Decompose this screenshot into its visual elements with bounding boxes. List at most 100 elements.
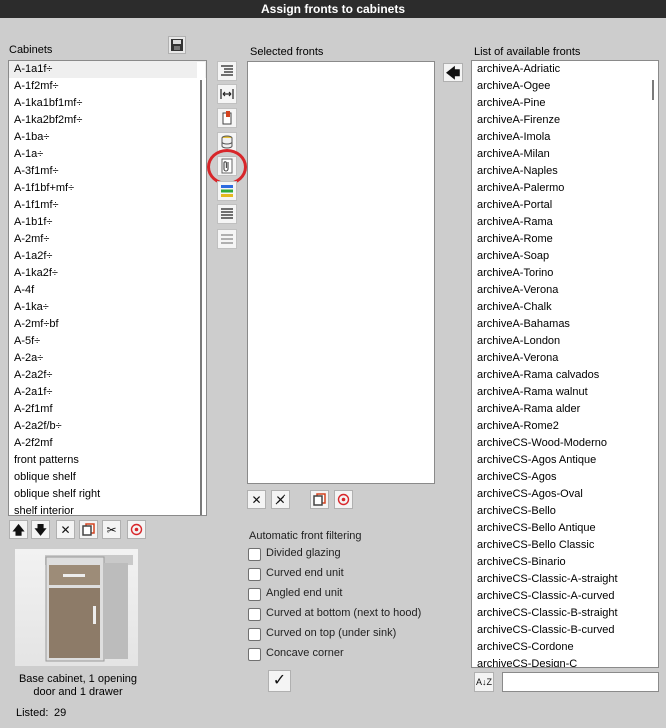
- filter-option-label[interactable]: Curved on top (under sink): [266, 627, 396, 639]
- filter-checkbox[interactable]: [248, 648, 261, 661]
- cabinet-list-item[interactable]: A-4f: [9, 282, 206, 299]
- cabinet-list-item[interactable]: A-1a2f÷: [9, 248, 206, 265]
- cut-cabinet-button[interactable]: ✂: [102, 520, 121, 539]
- available-fronts-scrollbar[interactable]: [649, 62, 657, 666]
- front-list-item[interactable]: archiveA-Portal: [472, 197, 658, 214]
- cabinet-list-item[interactable]: A-1ba÷: [9, 129, 206, 146]
- front-list-item[interactable]: archiveA-Pine: [472, 95, 658, 112]
- front-list-item[interactable]: archiveA-Rama: [472, 214, 658, 231]
- filter-option-label[interactable]: Angled end unit: [266, 587, 342, 599]
- save-button[interactable]: [168, 36, 186, 54]
- move-up-button[interactable]: 🡅: [9, 520, 28, 539]
- cabinet-list-item[interactable]: A-1ka2bf2mf÷: [9, 112, 206, 129]
- cabinet-list-item[interactable]: A-1ka1bf1mf÷: [9, 95, 206, 112]
- cabinet-list-item[interactable]: A-2a2f÷: [9, 367, 206, 384]
- front-search-input[interactable]: [502, 672, 659, 692]
- filter-option-label[interactable]: Curved end unit: [266, 567, 344, 579]
- front-list-item[interactable]: archiveCS-Classic-A-curved: [472, 588, 658, 605]
- cabinet-list-item[interactable]: A-1a1f÷: [9, 61, 206, 78]
- filter-option-label[interactable]: Curved at bottom (next to hood): [266, 607, 421, 619]
- list-gray-button[interactable]: [217, 229, 237, 249]
- front-list-item[interactable]: archiveA-Rama calvados: [472, 367, 658, 384]
- front-list-item[interactable]: archiveA-Ogee: [472, 78, 658, 95]
- front-list-item[interactable]: archiveA-Adriatic: [472, 61, 658, 78]
- fit-width-button[interactable]: [217, 84, 237, 104]
- cabinets-list[interactable]: A-1a1f÷ A-1f2mf÷ A-1ka1bf1mf÷ A-1ka2bf2mf÷ A…: [8, 60, 207, 516]
- cabinet-list-item[interactable]: A-3f1mf÷: [9, 163, 206, 180]
- add-front-button[interactable]: 🡄: [443, 63, 463, 82]
- cabinet-list-item[interactable]: A-2mf÷bf: [9, 316, 206, 333]
- apply-filter-button[interactable]: ✓: [268, 670, 291, 692]
- front-list-item[interactable]: archiveA-Palermo: [472, 180, 658, 197]
- front-list-item[interactable]: archiveCS-Bello: [472, 503, 658, 520]
- cabinet-list-item[interactable]: front patterns: [9, 452, 206, 469]
- cabinet-list-item[interactable]: A-1f1mf÷: [9, 197, 206, 214]
- front-list-item[interactable]: archiveCS-Bello Antique: [472, 520, 658, 537]
- cabinet-list-item[interactable]: A-2mf÷: [9, 231, 206, 248]
- front-list-item[interactable]: archiveCS-Agos-Oval: [472, 486, 658, 503]
- cabinet-list-item[interactable]: A-1ka2f÷: [9, 265, 206, 282]
- filter-checkbox[interactable]: [248, 588, 261, 601]
- front-list-item[interactable]: archiveA-Rome2: [472, 418, 658, 435]
- front-list-item[interactable]: archiveA-Bahamas: [472, 316, 658, 333]
- cabinet-list-item[interactable]: A-1f1bf+mf÷: [9, 180, 206, 197]
- cabinet-list-item[interactable]: A-2f2mf: [9, 435, 206, 452]
- front-list-item[interactable]: archiveA-Milan: [472, 146, 658, 163]
- front-list-item[interactable]: archiveCS-Classic-A-straight: [472, 571, 658, 588]
- front-list-item[interactable]: archiveA-Imola: [472, 129, 658, 146]
- sort-button[interactable]: A↓Z: [474, 672, 494, 692]
- available-fronts-list[interactable]: archiveA-Adriatic archiveA-Ogee archiveA-P…: [471, 60, 659, 668]
- cabinet-list-item[interactable]: A-1f2mf÷: [9, 78, 206, 95]
- front-list-item[interactable]: archiveA-Soap: [472, 248, 658, 265]
- front-list-item[interactable]: archiveA-Rama alder: [472, 401, 658, 418]
- color-bands-button[interactable]: [217, 181, 237, 201]
- delete-cabinet-button[interactable]: ✕: [56, 520, 75, 539]
- remove-front-button[interactable]: ✕: [247, 490, 266, 509]
- cabinet-list-item[interactable]: A-2a2f/b÷: [9, 418, 206, 435]
- filter-option-label[interactable]: Divided glazing: [266, 547, 341, 559]
- target-front-button[interactable]: [334, 490, 353, 509]
- cabinet-list-item[interactable]: A-5f÷: [9, 333, 206, 350]
- front-list-item[interactable]: archiveA-Naples: [472, 163, 658, 180]
- cabinets-scrollbar[interactable]: [197, 62, 205, 515]
- front-list-item[interactable]: archiveA-Rome: [472, 231, 658, 248]
- front-list-item[interactable]: archiveCS-Cordone: [472, 639, 658, 656]
- insert-front-button[interactable]: [217, 108, 237, 128]
- cabinet-list-item[interactable]: shelf interior: [9, 503, 206, 515]
- cabinet-list-item[interactable]: oblique shelf right: [9, 486, 206, 503]
- front-list-item[interactable]: archiveA-Chalk: [472, 299, 658, 316]
- list-lines-button[interactable]: [217, 204, 237, 224]
- cabinet-list-item[interactable]: A-1b1f÷: [9, 214, 206, 231]
- move-down-button[interactable]: 🡇: [31, 520, 50, 539]
- front-list-item[interactable]: archiveA-London: [472, 333, 658, 350]
- front-list-item[interactable]: archiveCS-Bello Classic: [472, 537, 658, 554]
- front-list-item[interactable]: archiveCS-Classic-B-curved: [472, 622, 658, 639]
- filter-checkbox[interactable]: [248, 628, 261, 641]
- filter-checkbox[interactable]: [248, 548, 261, 561]
- copy-front-button[interactable]: [310, 490, 329, 509]
- front-list-item[interactable]: archiveCS-Wood-Moderno: [472, 435, 658, 452]
- copy-cabinet-button[interactable]: [79, 520, 98, 539]
- front-list-item[interactable]: archiveA-Torino: [472, 265, 658, 282]
- front-list-item[interactable]: archiveCS-Agos: [472, 469, 658, 486]
- target-button[interactable]: [127, 520, 146, 539]
- cabinet-list-item[interactable]: A-2a÷: [9, 350, 206, 367]
- remove-all-fronts-button[interactable]: ✕̸: [271, 490, 290, 509]
- front-list-item[interactable]: archiveCS-Design-C: [472, 656, 658, 667]
- selected-fronts-list[interactable]: [247, 61, 435, 484]
- front-list-item[interactable]: archiveCS-Agos Antique: [472, 452, 658, 469]
- outline-button[interactable]: [217, 61, 237, 81]
- cabinet-list-item[interactable]: oblique shelf: [9, 469, 206, 486]
- filter-checkbox[interactable]: [248, 608, 261, 621]
- front-list-item[interactable]: archiveA-Firenze: [472, 112, 658, 129]
- cabinet-list-item[interactable]: A-2f1mf: [9, 401, 206, 418]
- filter-checkbox[interactable]: [248, 568, 261, 581]
- cabinet-list-item[interactable]: A-2a1f÷: [9, 384, 206, 401]
- front-list-item[interactable]: archiveA-Verona: [472, 282, 658, 299]
- front-list-item[interactable]: archiveCS-Classic-B-straight: [472, 605, 658, 622]
- front-list-item[interactable]: archiveA-Verona: [472, 350, 658, 367]
- front-list-item[interactable]: archiveCS-Binario: [472, 554, 658, 571]
- cabinet-list-item[interactable]: A-1ka÷: [9, 299, 206, 316]
- cabinet-list-item[interactable]: A-1a÷: [9, 146, 206, 163]
- filter-option-label[interactable]: Concave corner: [266, 647, 344, 659]
